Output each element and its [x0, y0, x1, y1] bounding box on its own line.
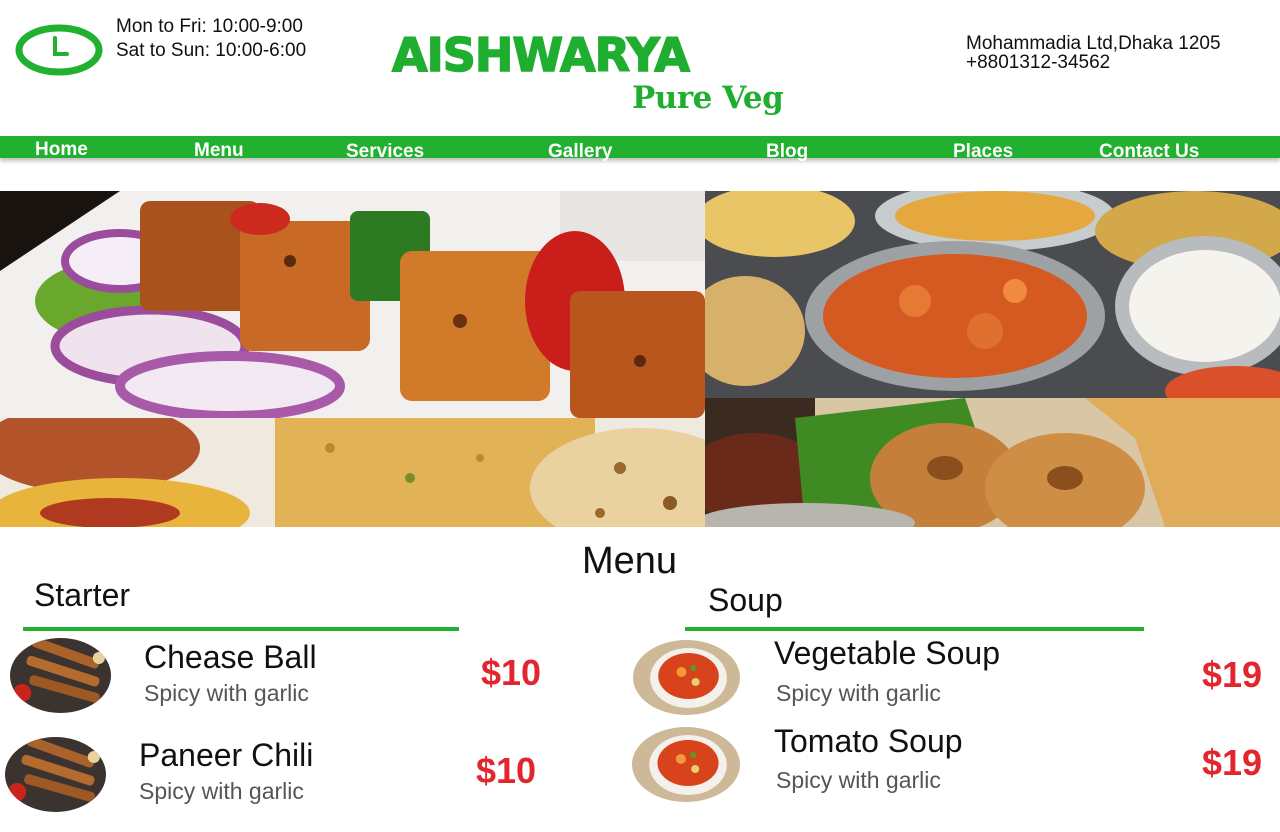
- nav-item-home[interactable]: Home: [35, 139, 88, 161]
- dish-image[interactable]: [10, 638, 111, 713]
- nav-bar: [0, 136, 1280, 158]
- nav-item-blog[interactable]: Blog: [766, 141, 808, 163]
- dish-image[interactable]: [633, 640, 740, 715]
- vada-dosa-photo: [705, 398, 1280, 527]
- nav-item-places[interactable]: Places: [953, 141, 1013, 163]
- section-heading-starter: Starter: [34, 577, 131, 613]
- brand-name[interactable]: AISHWARYA: [391, 27, 691, 83]
- dish-price: $10: [476, 750, 537, 791]
- section-heading-soup: Soup: [708, 582, 783, 618]
- clock-icon: [15, 24, 103, 76]
- dish-price: $19: [1202, 654, 1263, 695]
- dish-name: Tomato Soup: [774, 723, 963, 759]
- dish-description: Spicy with garlic: [139, 778, 304, 804]
- nav-item-gallery[interactable]: Gallery: [548, 141, 612, 163]
- pulao-naan-photo: [0, 418, 705, 527]
- dish-image[interactable]: [632, 727, 740, 802]
- nav-item-services[interactable]: Services: [346, 141, 424, 163]
- weekend-hours: Sat to Sun: 10:00-6:00: [116, 40, 307, 61]
- dish-price: $19: [1202, 742, 1263, 783]
- curry-thali-photo: [705, 191, 1280, 398]
- opening-hours: Mon to Fri: 10:00-9:00 Sat to Sun: 10:00…: [116, 15, 306, 63]
- dish-name: Paneer Chili: [139, 737, 314, 773]
- dish-name: Chease Ball: [144, 639, 317, 675]
- dish-image[interactable]: [5, 737, 106, 812]
- dish-price: $10: [481, 652, 542, 693]
- address-text: Mohammadia Ltd,Dhaka 1205: [966, 33, 1221, 54]
- section-divider: [23, 627, 459, 631]
- nav-item-contact-us[interactable]: Contact Us: [1099, 141, 1199, 163]
- dish-description: Spicy with garlic: [776, 680, 941, 706]
- menu-title: Menu: [582, 540, 678, 582]
- section-divider: [685, 627, 1144, 631]
- dish-description: Spicy with garlic: [144, 680, 309, 706]
- contact-info: Mohammadia Ltd,Dhaka 1205 +8801312-34562: [966, 34, 1221, 72]
- dish-description: Spicy with garlic: [776, 767, 941, 793]
- brand-tagline: Pure Veg: [632, 80, 784, 116]
- paneer-tikka-photo: [0, 191, 705, 418]
- weekday-hours: Mon to Fri: 10:00-9:00: [116, 16, 303, 37]
- dish-name: Vegetable Soup: [774, 635, 1000, 671]
- phone-text: +8801312-34562: [966, 52, 1111, 73]
- nav-item-menu[interactable]: Menu: [194, 140, 244, 162]
